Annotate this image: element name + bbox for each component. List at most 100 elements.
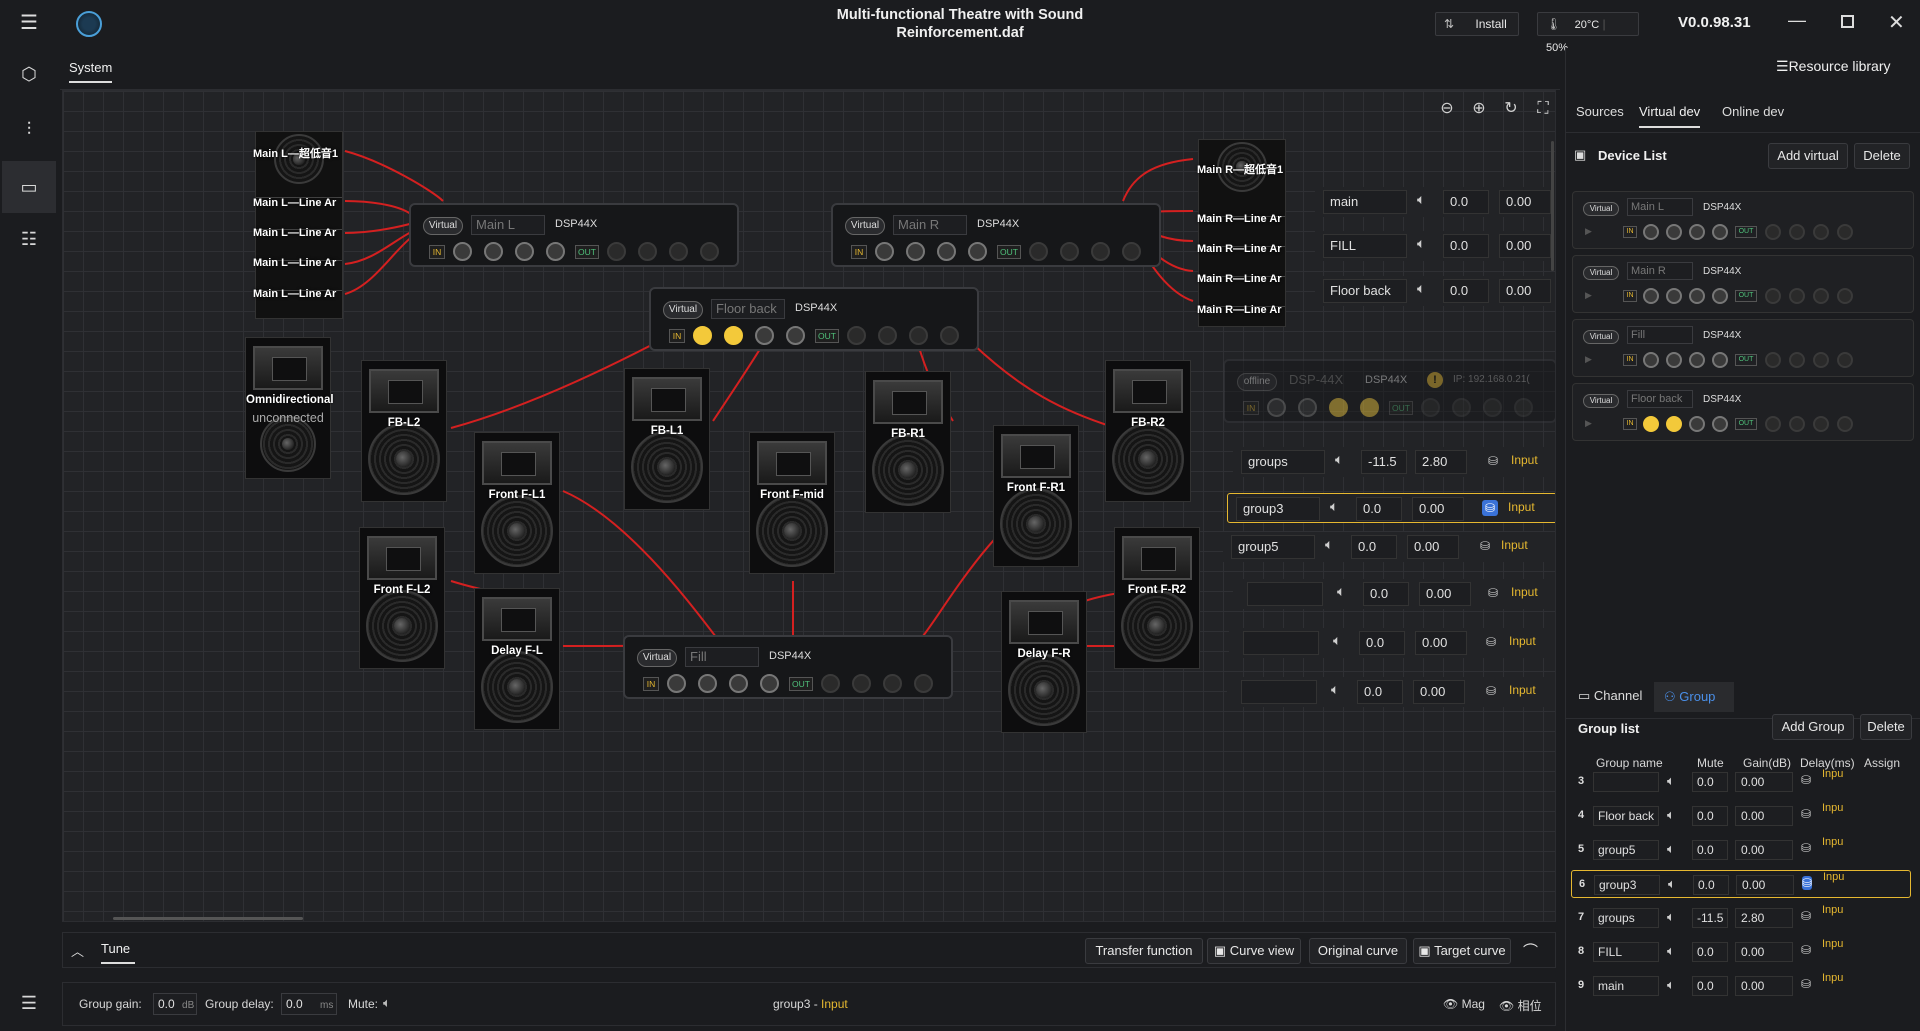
speaker-mute-icon[interactable]: 🔈︎ xyxy=(1331,681,1339,698)
resource-library-title[interactable]: ☰Resource library xyxy=(1776,58,1891,75)
add-group-button[interactable]: Add Group xyxy=(1772,714,1854,740)
close-icon[interactable]: ✕ xyxy=(1888,10,1905,35)
speaker-fb-r1[interactable]: FB-R1 xyxy=(865,371,951,513)
speaker-omnidirectional[interactable]: Omnidirectional unconnected xyxy=(245,337,334,479)
speaker-fb-l1[interactable]: FB-L1 xyxy=(624,368,710,510)
group-gain-input[interactable]: 0.0 dB xyxy=(153,993,197,1015)
output-port[interactable] xyxy=(1091,242,1110,261)
assign-icon[interactable]: ⛁ xyxy=(1485,453,1501,469)
target-curve-button[interactable]: ▣ Target curve xyxy=(1413,938,1511,964)
output-port[interactable] xyxy=(914,674,933,693)
fit-view-icon[interactable]: ⛶ xyxy=(1533,99,1553,119)
group-list-row[interactable]: 3 🔈︎ 0.0 0.00 ⛁ Inpu xyxy=(1571,768,1911,796)
transfer-function-button[interactable]: Transfer function xyxy=(1085,938,1203,964)
chevron-up-icon[interactable]: ︿ xyxy=(71,941,84,960)
dsp-fill[interactable]: Virtual Fill DSP44X IN OUT xyxy=(623,635,953,699)
menu-bottom-icon[interactable]: ☰ xyxy=(12,986,46,1020)
output-port[interactable] xyxy=(607,242,626,261)
input-link[interactable]: Input xyxy=(1509,634,1536,648)
phase-toggle[interactable]: 👁︎ 相位 xyxy=(1499,997,1542,1014)
speaker-mute-icon[interactable]: 🔈︎ xyxy=(1335,451,1343,468)
output-port[interactable] xyxy=(669,242,688,261)
speaker-mute-icon[interactable]: 🔈︎ xyxy=(1417,191,1425,208)
input-port[interactable] xyxy=(724,326,743,345)
mag-toggle[interactable]: 👁︎ Mag xyxy=(1443,997,1485,1011)
output-port[interactable] xyxy=(700,242,719,261)
hexagon-icon[interactable]: ⬡ xyxy=(12,57,46,91)
menu-icon[interactable]: ☰ xyxy=(20,12,42,34)
group-list-row[interactable]: 4 Floor back 🔈︎ 0.0 0.00 ⛁ Inpu xyxy=(1571,802,1911,830)
group-row-empty[interactable]: 🔈︎ 0.0 0.00 ⛁ Input xyxy=(1227,677,1555,707)
group-row-group5[interactable]: group5 🔈︎ 0.0 0.00 ⛁ Input xyxy=(1223,532,1555,562)
group-row-empty[interactable]: 🔈︎ 0.0 0.00 ⛁ Input xyxy=(1229,628,1555,658)
speaker-fb-l2[interactable]: FB-L2 xyxy=(361,360,447,502)
speaker-mute-icon[interactable]: 🔈︎ xyxy=(1337,583,1345,600)
system-icon[interactable]: ▭ xyxy=(2,161,56,213)
speaker-delay-f-r[interactable]: Delay F-R xyxy=(1001,591,1087,733)
device-name-field[interactable]: Main R xyxy=(893,215,967,235)
input-port[interactable] xyxy=(1329,398,1348,417)
tab-system[interactable]: System xyxy=(69,60,113,83)
input-port[interactable] xyxy=(1267,398,1286,417)
curve-settings-icon[interactable]: ⌒ xyxy=(1523,940,1538,961)
add-virtual-button[interactable]: Add virtual xyxy=(1768,143,1848,169)
input-port[interactable] xyxy=(1360,398,1379,417)
device-card-floor-back[interactable]: Virtual Floor back DSP44X ▶ IN OUT xyxy=(1572,383,1914,441)
input-port[interactable] xyxy=(786,326,805,345)
device-name-field[interactable]: Main L xyxy=(471,215,545,235)
input-link[interactable]: Input xyxy=(1511,585,1538,599)
input-link[interactable]: Input xyxy=(1508,500,1535,514)
group-row-fill[interactable]: FILL 🔈︎ 0.0 0.00 xyxy=(1315,231,1555,261)
curve-view-button[interactable]: ▣ Curve view xyxy=(1207,938,1301,964)
minimize-icon[interactable]: — xyxy=(1788,10,1812,31)
speaker-mute-icon[interactable]: 🔈︎ xyxy=(1417,235,1425,252)
speaker-front-f-l1[interactable]: Front F-L1 xyxy=(474,432,560,574)
group-row-groups[interactable]: groups 🔈︎ -11.5 2.80 ⛁ Input xyxy=(1233,447,1555,477)
output-port[interactable] xyxy=(1029,242,1048,261)
device-card-main-l[interactable]: Virtual Main L DSP44X ▶ IN OUT xyxy=(1572,191,1914,249)
group-row-main[interactable]: main 🔈︎ 0.0 0.00 xyxy=(1315,187,1555,217)
group-list-row[interactable]: 5 group5 🔈︎ 0.0 0.00 ⛁ Inpu xyxy=(1571,836,1911,864)
assign-icon[interactable]: ⛁ xyxy=(1485,585,1501,601)
group-list-row-selected[interactable]: 6 group3 🔈︎ 0.0 0.00 ⛁ Inpu xyxy=(1571,870,1911,898)
speaker-front-f-l2[interactable]: Front F-L2 xyxy=(359,527,445,669)
tab-channel[interactable]: ▭ Channel xyxy=(1578,688,1642,704)
horizontal-scrollbar[interactable] xyxy=(113,917,303,920)
output-port[interactable] xyxy=(638,242,657,261)
group-delay-input[interactable]: 0.0 ms xyxy=(281,993,337,1015)
input-port[interactable] xyxy=(1298,398,1317,417)
input-port[interactable] xyxy=(937,242,956,261)
group-row-group3[interactable]: group3 🔈︎ 0.0 0.00 ⛁ Input xyxy=(1227,493,1555,523)
speaker-mute-icon[interactable]: 🔈︎ xyxy=(1325,536,1333,553)
output-port[interactable] xyxy=(821,674,840,693)
input-port[interactable] xyxy=(546,242,565,261)
input-port[interactable] xyxy=(484,242,503,261)
list-icon[interactable]: ☷ xyxy=(12,222,46,256)
original-curve-button[interactable]: Original curve xyxy=(1309,938,1407,964)
dsp-offline[interactable]: offline DSP-44X DSP44X ! IP: 192.168.0.2… xyxy=(1223,359,1555,423)
tab-online-dev[interactable]: Online dev xyxy=(1722,104,1784,119)
assign-icon[interactable]: ⛁ xyxy=(1483,683,1499,699)
zoom-in-icon[interactable]: ⊕ xyxy=(1469,99,1489,119)
speaker-delay-f-l[interactable]: Delay F-L xyxy=(474,588,560,730)
input-port[interactable] xyxy=(698,674,717,693)
output-port[interactable] xyxy=(1122,242,1141,261)
install-button[interactable]: ⇅ Install xyxy=(1435,12,1519,36)
input-port[interactable] xyxy=(906,242,925,261)
speaker-front-f-r2[interactable]: Front F-R2 xyxy=(1114,527,1200,669)
maximize-icon[interactable] xyxy=(1841,15,1854,28)
output-port[interactable] xyxy=(940,326,959,345)
input-port[interactable] xyxy=(760,674,779,693)
input-port[interactable] xyxy=(667,674,686,693)
device-name-field[interactable]: DSP-44X xyxy=(1285,371,1359,391)
vertical-scrollbar[interactable] xyxy=(1551,141,1554,271)
speaker-mute-icon[interactable]: 🔈︎ xyxy=(1330,498,1338,515)
speaker-fb-r2[interactable]: FB-R2 xyxy=(1105,360,1191,502)
reset-view-icon[interactable]: ↻ xyxy=(1501,99,1521,119)
input-port[interactable] xyxy=(453,242,472,261)
assign-icon[interactable]: ⛁ xyxy=(1482,500,1498,516)
tab-tune[interactable]: Tune xyxy=(101,941,135,964)
group-list-row[interactable]: 7 groups 🔈︎ -11.5 2.80 ⛁ Inpu xyxy=(1571,904,1911,932)
mute-toggle-icon[interactable]: 🔈︎ xyxy=(383,995,391,1011)
device-name-field[interactable]: Fill xyxy=(685,647,759,667)
